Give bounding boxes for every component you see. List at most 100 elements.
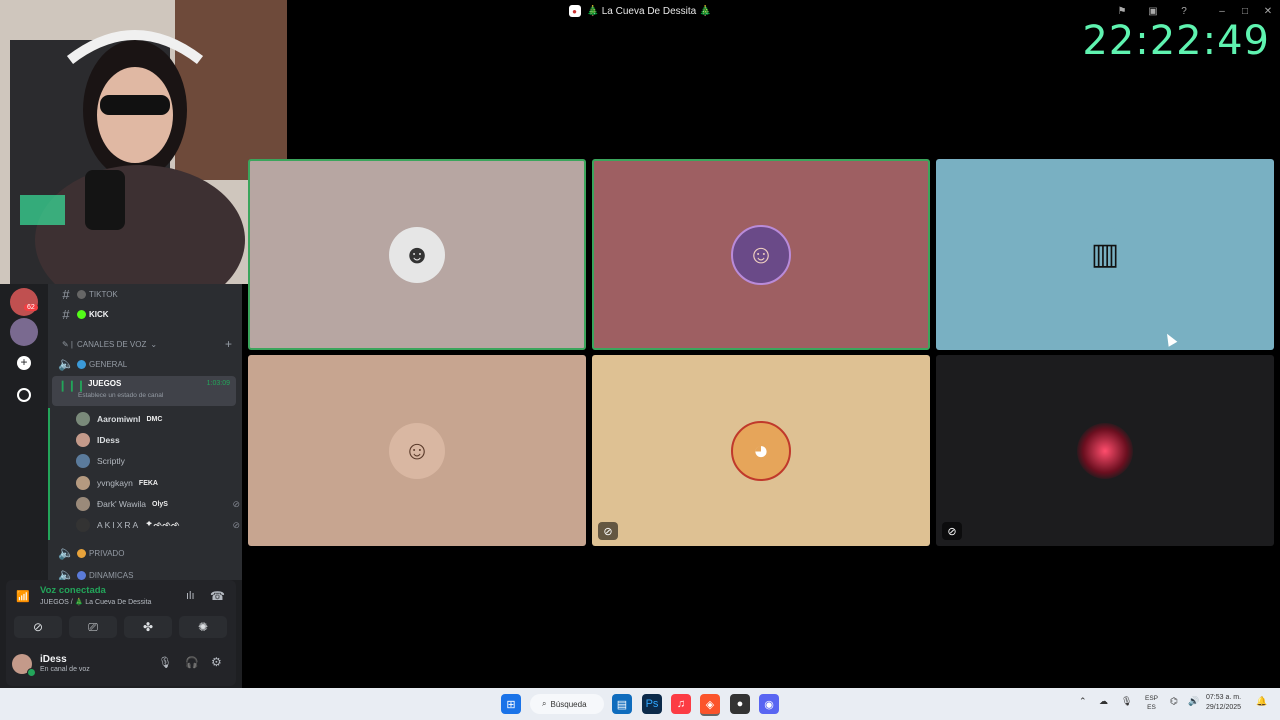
sunglasses-girl-avatar: ☺	[731, 224, 791, 285]
mic-tray-icon[interactable]: 🎙	[1121, 696, 1132, 707]
minimize-button[interactable]: –	[1214, 3, 1230, 19]
hash-icon: #	[62, 306, 70, 322]
music-app-icon[interactable]: ♫	[671, 694, 691, 714]
disconnect-icon[interactable]: ☎	[210, 589, 225, 603]
server-list: 62 +	[0, 284, 48, 584]
member-idess[interactable]: IDess	[76, 430, 236, 450]
volume-icon[interactable]: 🔊	[1188, 696, 1199, 707]
category-icon: ✎ |	[62, 339, 74, 349]
avatar	[76, 476, 90, 490]
channel-emoji-icon	[77, 309, 86, 319]
activities-button[interactable]: ✤	[124, 616, 172, 638]
participant-tile-4[interactable]: ☺	[248, 355, 586, 546]
channel-tiktok[interactable]: # TIKTOK	[48, 284, 242, 304]
add-channel-icon[interactable]: +	[225, 337, 232, 351]
file-explorer-icon[interactable]: ▤	[612, 694, 632, 714]
participant-tile-5[interactable]: ◕ ⊘	[592, 355, 930, 546]
photoshop-icon[interactable]: Ps	[642, 694, 662, 714]
add-server-icon[interactable]: +	[17, 356, 31, 370]
screen-icon[interactable]: ▣	[1145, 3, 1161, 19]
member-name: Aaromiwnl	[97, 414, 141, 424]
voice-channel-juegos[interactable]: ❙❙❙ JUEGOS 1:03:09 Establece un estado d…	[52, 376, 236, 406]
headphones-icon[interactable]: 🎧	[185, 656, 199, 669]
channel-list: # TIKTOK # KICK ✎ | CANALES DE VOZ ⌄ + 🔈…	[48, 284, 242, 580]
avatar	[76, 412, 90, 426]
settings-gear-icon[interactable]: ⚙	[211, 655, 222, 669]
member-yvngkayn[interactable]: yvngkayn FEKA	[76, 473, 236, 493]
wifi-icon[interactable]: ⌬	[1170, 696, 1178, 707]
voice-location[interactable]: JUEGOS / 🎄 La Cueva De Dessita	[40, 598, 151, 606]
participant-tile-6[interactable]: ⊘	[936, 355, 1274, 546]
speaker-icon: 🔈	[58, 567, 75, 580]
discord-icon[interactable]: ◉	[759, 694, 779, 714]
category-label: CANALES DE VOZ	[77, 339, 147, 349]
taskbar: ⊞ ▤ Ps ♫ ◈ ● ◉	[0, 688, 1280, 720]
avatar	[76, 454, 90, 468]
channel-timer: 1:03:09	[206, 380, 230, 387]
notification-bell-icon[interactable]: 🔔	[1256, 696, 1267, 707]
server-avatar-2[interactable]	[10, 318, 38, 346]
noise-suppression-icon[interactable]: ılı	[186, 590, 195, 602]
region-label: ES	[1147, 704, 1156, 711]
red-orb-avatar	[1077, 422, 1133, 479]
inbox-icon[interactable]: ⚑	[1114, 3, 1130, 19]
screenshare-icon: ⎚	[88, 619, 98, 634]
search-label: Búsqueda	[550, 699, 587, 709]
channel-label: TIKTOK	[89, 289, 118, 299]
obs-icon[interactable]: ●	[730, 694, 750, 714]
member-aaromiwnl[interactable]: Aaromiwnl DMC	[76, 409, 236, 429]
voice-status[interactable]: Voz conectada	[40, 585, 106, 596]
member-scriptly[interactable]: Scriptly	[76, 451, 236, 471]
participant-tile-1[interactable]: ☻	[248, 159, 586, 350]
online-status-icon	[27, 668, 36, 677]
webcam-image	[0, 0, 287, 284]
channel-label: KICK	[89, 309, 109, 319]
girl-face-avatar: ☺	[389, 422, 445, 479]
taskbar-search[interactable]: ⌕ Búsqueda	[530, 694, 604, 714]
video-off-icon: ⊘	[32, 620, 44, 634]
category-voice[interactable]: ✎ | CANALES DE VOZ ⌄ +	[48, 334, 242, 354]
language-indicator[interactable]: ESP ES	[1145, 694, 1158, 712]
participant-tile-3[interactable]: ▥	[936, 159, 1274, 350]
member-akixra[interactable]: AKIXRA ✦ ᨒᨒᨒ ⊘	[76, 515, 240, 535]
system-clock[interactable]: 07:53 a. m. 29/12/2025	[1206, 693, 1241, 713]
muted-icon: ⊘	[232, 519, 240, 530]
maximize-button[interactable]: □	[1237, 3, 1253, 19]
channel-kick[interactable]: # KICK	[48, 304, 242, 324]
discover-icon[interactable]	[17, 388, 31, 402]
member-name: Ðark' Wawila	[97, 499, 147, 509]
voice-channel-dinamicas[interactable]: 🔈 DINAMICAS	[48, 565, 242, 580]
overlay-clock: 22:22:49	[1082, 18, 1270, 64]
voice-channel-privado[interactable]: 🔈 PRIVADO	[48, 543, 242, 563]
channel-status[interactable]: Establece un estado de canal	[78, 392, 163, 399]
audio-bot-avatar: ▥	[1077, 226, 1133, 283]
clock-time: 07:53 a. m.	[1206, 694, 1242, 701]
signal-icon: 📶	[16, 591, 30, 603]
server-avatar-1[interactable]	[10, 288, 38, 316]
onedrive-icon[interactable]: ☁	[1099, 696, 1108, 707]
help-icon[interactable]: ?	[1176, 3, 1192, 19]
close-button[interactable]: ✕	[1260, 3, 1276, 19]
webcam-overlay	[0, 0, 287, 284]
microphone-icon[interactable]: 🎙	[158, 656, 172, 669]
speaker-icon: 🔈	[58, 356, 75, 371]
member-tag: FEKA	[138, 479, 158, 487]
soundboard-icon: ✺	[197, 620, 209, 634]
clock-date: 29/12/2025	[1206, 704, 1242, 711]
channel-label: PRIVADO	[89, 548, 125, 558]
brave-browser-icon[interactable]: ◈	[700, 694, 720, 716]
windows-start-icon[interactable]: ⊞	[501, 694, 521, 714]
speaker-icon: 🔈	[58, 545, 75, 560]
language-label: ESP	[1145, 695, 1159, 702]
member-dark-wawila[interactable]: Ðark' Wawila OlyS ⊘	[76, 494, 240, 514]
tray-chevron-up-icon[interactable]: ⌃	[1079, 696, 1087, 707]
video-button[interactable]: ⊘	[14, 616, 62, 638]
participant-tile-2[interactable]: ☺	[592, 159, 930, 350]
voice-channel-general[interactable]: 🔈 GENERAL	[48, 354, 242, 374]
screenshare-button[interactable]: ⎚	[69, 616, 117, 638]
soundboard-button[interactable]: ✺	[179, 616, 227, 638]
voice-connected-bar	[48, 408, 50, 540]
user-name[interactable]: iDess	[40, 654, 67, 665]
member-tag: OlyS	[152, 500, 168, 508]
hockey-mask-avatar: ☻	[389, 226, 445, 283]
